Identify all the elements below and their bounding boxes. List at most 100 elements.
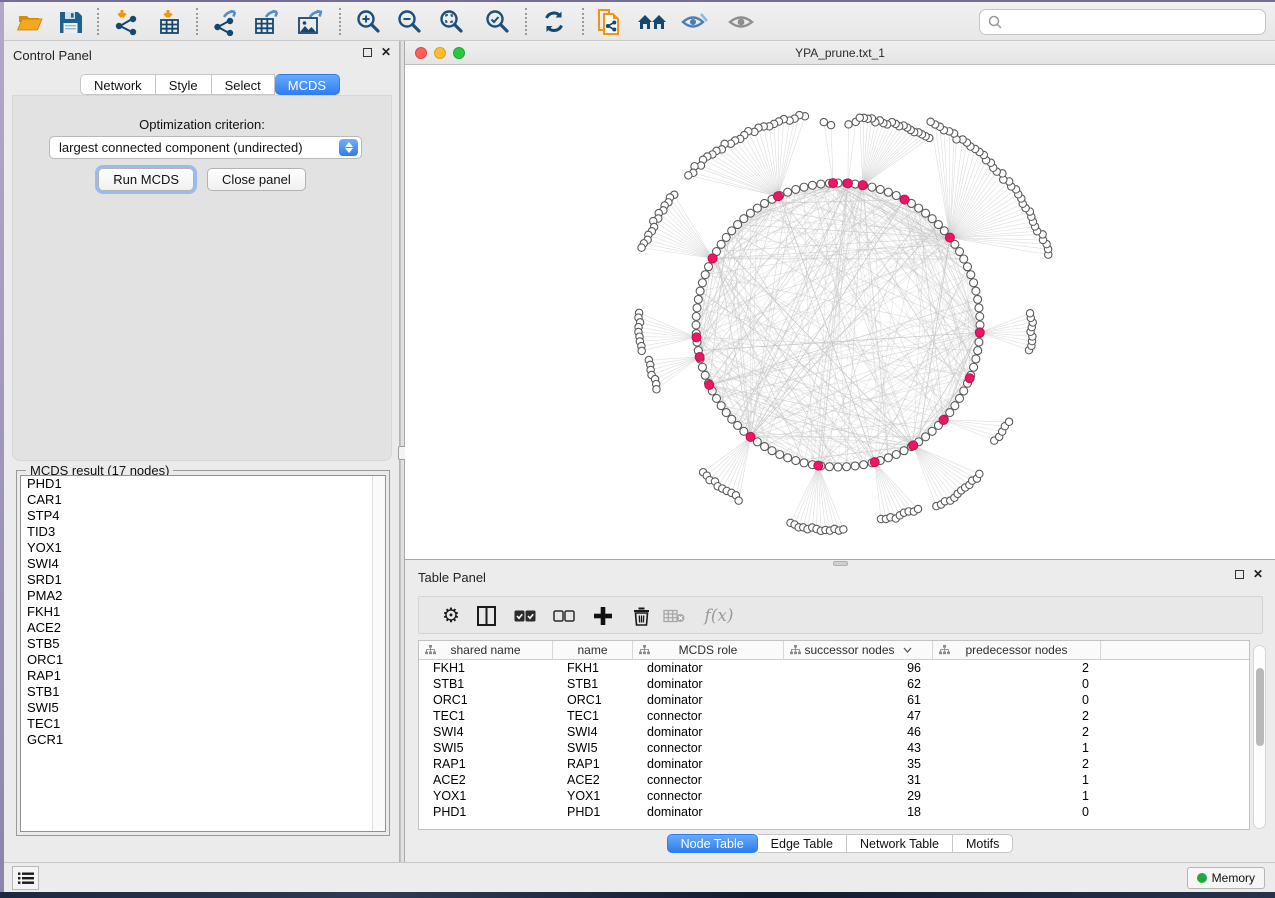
mcds-result-item[interactable]: PMA2 (21, 588, 385, 604)
mcds-result-item[interactable]: TEC1 (21, 716, 385, 732)
table-tab-node-table[interactable]: Node Table (667, 834, 758, 853)
zoom-fit-button[interactable] (436, 6, 468, 38)
show-columns-button[interactable] (471, 601, 501, 631)
deselect-all-button[interactable] (549, 601, 579, 631)
network-titlebar[interactable]: YPA_prune.txt_1 (405, 41, 1275, 65)
table-tab-network-table[interactable]: Network Table (847, 834, 953, 853)
export-image-button[interactable] (294, 6, 326, 38)
search-box[interactable] (979, 9, 1266, 35)
table-row[interactable]: STB1STB1dominator620 (419, 676, 1249, 692)
mcds-result-item[interactable]: SRD1 (21, 572, 385, 588)
list-scrollbar[interactable] (372, 476, 385, 831)
mcds-result-item[interactable]: SWI5 (21, 700, 385, 716)
float-panel-icon[interactable] (363, 48, 372, 57)
export-network-button[interactable] (209, 6, 241, 38)
close-panel-icon[interactable]: ✕ (1253, 570, 1263, 579)
mcds-result-item[interactable]: RAP1 (21, 668, 385, 684)
show-all-button[interactable] (725, 6, 757, 38)
import-network-button[interactable] (110, 6, 142, 38)
table-cell: STB1 (419, 677, 553, 691)
add-column-button[interactable] (588, 601, 618, 631)
column-header-predecessor-nodes[interactable]: predecessor nodes (933, 641, 1101, 659)
mcds-result-item[interactable]: SWI4 (21, 556, 385, 572)
table-tab-edge-table[interactable]: Edge Table (758, 834, 847, 853)
network-canvas[interactable] (405, 65, 1275, 559)
search-input[interactable] (1007, 15, 1265, 30)
houses-icon (636, 9, 668, 35)
export-table-button[interactable] (250, 6, 282, 38)
save-session-button[interactable] (54, 6, 86, 38)
network-graph (405, 65, 1275, 559)
column-header-name[interactable]: name (553, 641, 633, 659)
column-header-successor-nodes[interactable]: successor nodes (784, 641, 933, 659)
scrollbar-thumb[interactable] (1256, 668, 1264, 746)
function-builder-button: f(x) (699, 601, 739, 631)
tab-select[interactable]: Select (212, 74, 275, 95)
mcds-result-item[interactable]: YOX1 (21, 540, 385, 556)
close-panel-button[interactable]: Close panel (207, 168, 306, 191)
float-panel-icon[interactable] (1235, 570, 1244, 579)
toolbar-separator (582, 8, 584, 35)
table-cell: 1 (933, 789, 1101, 803)
import-table-button[interactable] (154, 6, 186, 38)
toolbar-separator (525, 8, 527, 35)
criterion-dropdown[interactable]: largest connected component (undirected) (49, 136, 362, 159)
zoom-selected-button[interactable] (482, 6, 514, 38)
mcds-result-item[interactable]: CAR1 (21, 492, 385, 508)
mcds-result-item[interactable]: STB5 (21, 636, 385, 652)
mcds-result-item[interactable]: PHD1 (21, 476, 385, 492)
refresh-view-button[interactable] (538, 6, 570, 38)
zoom-selected-icon (484, 8, 512, 36)
table-cell: 0 (933, 693, 1101, 707)
table-row[interactable]: SWI4SWI4dominator462 (419, 724, 1249, 740)
table-row[interactable]: RAP1RAP1dominator352 (419, 756, 1249, 772)
zoom-out-button[interactable] (394, 6, 426, 38)
trash-icon (633, 606, 650, 626)
delete-table-button (659, 601, 689, 631)
mcds-result-item[interactable]: FKH1 (21, 604, 385, 620)
table-row[interactable]: SWI5SWI5connector431 (419, 740, 1249, 756)
mcds-result-item[interactable]: STP4 (21, 508, 385, 524)
table-row[interactable]: PHD1PHD1dominator180 (419, 804, 1249, 820)
tab-network[interactable]: Network (80, 74, 156, 95)
table-cell: ORC1 (419, 693, 553, 707)
maximize-window-button[interactable] (453, 47, 465, 59)
tab-mcds[interactable]: MCDS (275, 74, 340, 95)
criterion-dropdown-value: largest connected component (undirected) (50, 140, 339, 155)
column-header-shared-name[interactable]: shared name (419, 641, 553, 659)
close-panel-icon[interactable]: ✕ (381, 48, 391, 57)
mcds-result-item[interactable]: STB1 (21, 684, 385, 700)
delete-column-button[interactable] (626, 601, 656, 631)
mcds-result-item[interactable]: ORC1 (21, 652, 385, 668)
run-mcds-button[interactable]: Run MCDS (98, 168, 194, 191)
close-window-button[interactable] (415, 47, 427, 59)
memory-button[interactable]: Memory (1187, 867, 1265, 889)
table-cell: PHD1 (553, 805, 633, 819)
tab-style[interactable]: Style (156, 74, 212, 95)
hide-selected-button[interactable] (679, 6, 711, 38)
node-table[interactable]: shared namenameMCDS rolesuccessor nodesp… (418, 640, 1250, 830)
open-session-button[interactable] (14, 6, 46, 38)
column-header-MCDS-role[interactable]: MCDS role (633, 641, 784, 659)
table-tab-motifs[interactable]: Motifs (953, 834, 1013, 853)
table-row[interactable]: TEC1TEC1connector472 (419, 708, 1249, 724)
table-options-button[interactable]: ⚙ (436, 601, 466, 631)
table-row[interactable]: ORC1ORC1dominator610 (419, 692, 1249, 708)
mcds-result-item[interactable]: GCR1 (21, 732, 385, 748)
mcds-result-item[interactable]: TID3 (21, 524, 385, 540)
mcds-result-list[interactable]: PHD1CAR1STP4TID3YOX1SWI4SRD1PMA2FKH1ACE2… (20, 475, 386, 832)
minimize-window-button[interactable] (434, 47, 446, 59)
table-row[interactable]: FKH1FKH1dominator962 (419, 660, 1249, 676)
mcds-result-item[interactable]: ACE2 (21, 620, 385, 636)
horizontal-splitter-handle[interactable] (833, 561, 848, 566)
zoom-in-button[interactable] (353, 6, 385, 38)
first-neighbors-button[interactable] (636, 6, 668, 38)
table-row[interactable]: YOX1YOX1connector291 (419, 788, 1249, 804)
duplicate-network-button[interactable] (593, 6, 625, 38)
task-history-button[interactable] (12, 866, 39, 890)
table-row[interactable]: ACE2ACE2connector311 (419, 772, 1249, 788)
refresh-icon (540, 8, 568, 36)
table-cell: TEC1 (553, 709, 633, 723)
table-scrollbar[interactable] (1253, 645, 1266, 829)
select-all-button[interactable] (510, 601, 540, 631)
